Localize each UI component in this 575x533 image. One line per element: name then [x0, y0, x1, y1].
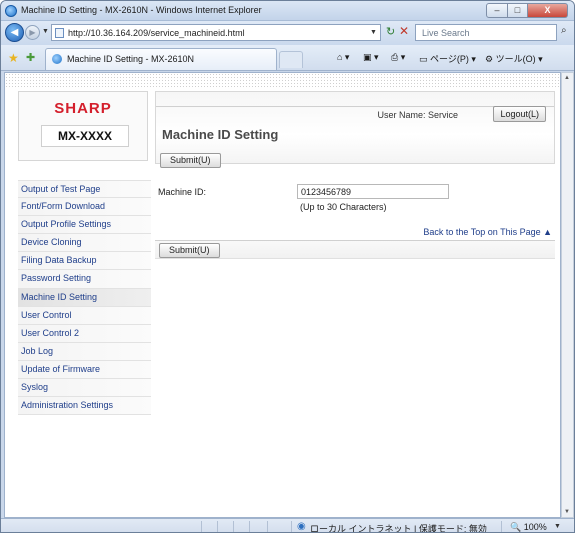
page-icon: [55, 28, 64, 38]
back-to-top-link[interactable]: Back to the Top on This Page ▲: [423, 227, 552, 237]
tools-menu[interactable]: ⚙ ツール(O) ▾: [485, 52, 543, 65]
tab-ie-icon: [52, 54, 62, 64]
machine-id-label: Machine ID:: [158, 187, 207, 197]
submit-button-top[interactable]: Submit(U): [160, 153, 221, 168]
user-name: User Name: Service: [377, 110, 458, 120]
sidebar-item-job-log[interactable]: Job Log: [18, 342, 151, 361]
url-dropdown-icon[interactable]: ▼: [370, 29, 377, 36]
sidebar-item-filing-data-backup[interactable]: Filing Data Backup: [18, 252, 151, 271]
new-tab-button[interactable]: [279, 51, 303, 68]
sidebar-item-update-of-firmware[interactable]: Update of Firmware: [18, 360, 151, 380]
address-bar: ◀ ▶ ▼ http://10.36.164.209/service_machi…: [1, 21, 574, 45]
security-zone-text[interactable]: ローカル イントラネット | 保護モード: 無効: [310, 522, 487, 532]
add-favorites-icon[interactable]: ✚: [26, 51, 35, 64]
scroll-up-icon[interactable]: ▲: [564, 75, 570, 81]
browser-window: Machine ID Setting - MX-2610N - Windows …: [0, 0, 575, 533]
status-divider: [291, 521, 292, 532]
zoom-level[interactable]: 🔍 100%: [510, 522, 547, 532]
search-icon[interactable]: ⌕: [561, 25, 567, 36]
model-name: MX-XXXX: [41, 125, 129, 147]
top-pattern-band: [5, 73, 560, 87]
logout-button[interactable]: Logout(L): [493, 106, 546, 122]
machine-id-hint: (Up to 30 Characters): [300, 202, 387, 212]
sidebar-item-output-of-test-page[interactable]: Output of Test Page: [18, 180, 151, 199]
bottom-action-band: Submit(U): [155, 240, 555, 259]
feeds-icon[interactable]: ▣ ▾: [363, 52, 379, 63]
sharp-logo: SHARP: [54, 100, 112, 117]
maximize-button[interactable]: □: [508, 3, 528, 18]
status-divider: [217, 521, 218, 532]
status-divider: [249, 521, 250, 532]
main-header-panel: User Name: Service Logout(L) Machine ID …: [155, 91, 555, 168]
search-placeholder: Live Search: [422, 28, 470, 38]
sidebar-item-user-control-2[interactable]: User Control 2: [18, 324, 151, 343]
window-controls: – □ X: [486, 3, 568, 18]
url-text: http://10.36.164.209/service_machineid.h…: [68, 28, 245, 38]
tab-bar: ★ ✚ Machine ID Setting - MX-2610N ⌂ ▾ ▣ …: [1, 45, 574, 71]
sidebar-item-output-profile-settings[interactable]: Output Profile Settings: [18, 216, 151, 235]
sidebar-item-machine-id-setting[interactable]: Machine ID Setting: [18, 288, 151, 307]
status-divider: [233, 521, 234, 532]
machine-id-input[interactable]: [297, 184, 449, 199]
page-menu[interactable]: ▭ ページ(P) ▾: [419, 52, 476, 65]
status-divider: [267, 521, 268, 532]
page-viewport: SHARP MX-XXXX Output of Test Page Font/F…: [4, 72, 561, 518]
window-title: Machine ID Setting - MX-2610N - Windows …: [21, 5, 262, 15]
refresh-icon[interactable]: ↻: [386, 25, 395, 38]
forward-button[interactable]: ▶: [25, 25, 40, 40]
sidebar-menu: Output of Test Page Font/Form Download O…: [18, 180, 151, 416]
status-divider: [201, 521, 202, 532]
brand-panel: SHARP MX-XXXX: [18, 91, 148, 161]
home-icon[interactable]: ⌂ ▾: [337, 52, 349, 63]
stop-icon[interactable]: ✕: [399, 24, 409, 38]
intranet-zone-icon: ◉: [297, 521, 306, 532]
tab-machine-id-setting[interactable]: Machine ID Setting - MX-2610N: [45, 48, 277, 70]
print-icon[interactable]: ⎙ ▾: [391, 52, 405, 63]
sidebar-item-administration-settings[interactable]: Administration Settings: [18, 397, 151, 416]
sidebar-item-syslog[interactable]: Syslog: [18, 379, 151, 398]
vertical-scrollbar[interactable]: ▲ ▼: [561, 72, 574, 518]
ie-logo-icon: [5, 5, 17, 17]
sidebar-item-user-control[interactable]: User Control: [18, 306, 151, 325]
zoom-value: 100%: [523, 522, 547, 532]
back-button[interactable]: ◀: [5, 23, 24, 42]
close-button[interactable]: X: [528, 3, 568, 18]
url-input[interactable]: http://10.36.164.209/service_machineid.h…: [51, 24, 381, 41]
page-title: Machine ID Setting: [162, 127, 279, 142]
tools-menu-label: ツール(O): [495, 54, 536, 64]
search-input[interactable]: Live Search: [415, 24, 557, 41]
sidebar-item-device-cloning[interactable]: Device Cloning: [18, 234, 151, 253]
page-menu-label: ページ(P): [430, 54, 469, 64]
scroll-down-icon[interactable]: ▼: [564, 509, 570, 515]
zoom-dropdown-icon[interactable]: ▼: [554, 523, 561, 530]
minimize-button[interactable]: –: [486, 3, 508, 18]
history-dropdown-icon[interactable]: ▼: [42, 28, 49, 35]
status-bar: ◉ ローカル イントラネット | 保護モード: 無効 🔍 100% ▼: [1, 518, 574, 532]
title-bar: Machine ID Setting - MX-2610N - Windows …: [1, 1, 574, 21]
sidebar-item-password-setting[interactable]: Password Setting: [18, 270, 151, 289]
tab-title: Machine ID Setting - MX-2610N: [67, 54, 195, 64]
favorites-star-icon[interactable]: ★: [8, 51, 19, 65]
submit-button-bottom[interactable]: Submit(U): [159, 243, 220, 258]
sidebar-item-font-form-download[interactable]: Font/Form Download: [18, 198, 151, 217]
status-divider: [501, 521, 502, 532]
